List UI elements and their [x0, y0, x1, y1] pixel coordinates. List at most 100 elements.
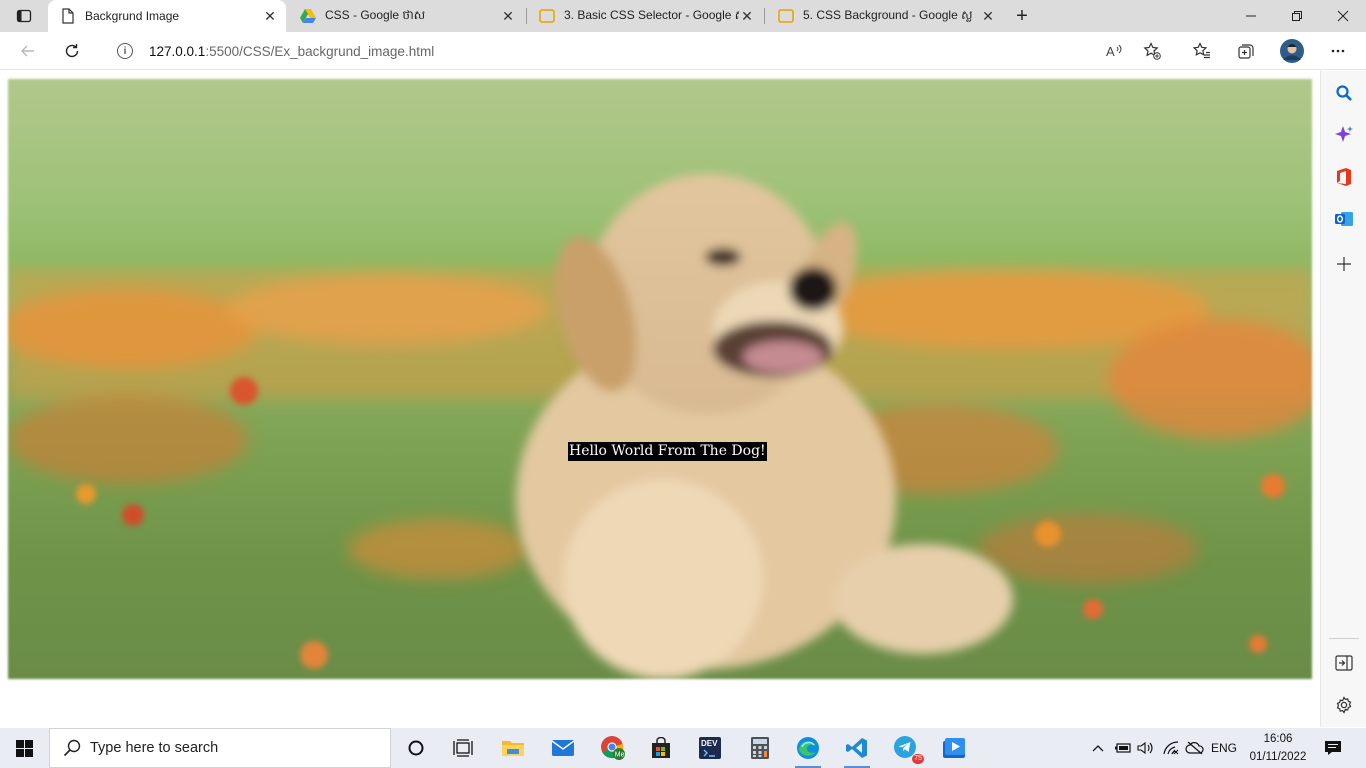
settings-menu-button[interactable] [1324, 37, 1352, 65]
back-button[interactable] [14, 37, 42, 65]
sidebar-settings-button[interactable] [1332, 693, 1356, 717]
profile-avatar[interactable] [1278, 37, 1306, 65]
close-tab-icon[interactable]: ✕ [980, 8, 996, 24]
hello-text: Hello World From The Dog! [568, 442, 767, 461]
volume-tray[interactable] [1137, 728, 1155, 768]
more-icon [1331, 49, 1345, 53]
url-host: 127.0.0.1 [149, 43, 206, 59]
file-explorer-taskbar[interactable] [497, 732, 529, 764]
vscode-icon [846, 738, 867, 758]
svg-text:DEV: DEV [701, 739, 718, 748]
favorites-icon [1193, 42, 1210, 59]
new-tab-button[interactable]: + [1010, 4, 1034, 28]
telegram-taskbar[interactable]: 75 [890, 732, 924, 764]
copilot-sparkle-icon [1335, 126, 1353, 142]
network-tray[interactable] [1161, 728, 1181, 768]
tab-title: CSS - Google ថាស [325, 8, 426, 22]
google-slides-icon [778, 8, 794, 24]
refresh-icon [65, 44, 79, 58]
calculator-icon [751, 737, 769, 759]
cortana-button[interactable] [400, 732, 432, 764]
close-tab-icon[interactable]: ✕ [500, 8, 516, 24]
tab-title: Backgrund Image [85, 9, 180, 23]
sidebar-discover-button[interactable] [1332, 123, 1356, 147]
tab-css-google-drive[interactable]: CSS - Google ថាស ✕ [288, 0, 524, 32]
dev-home-icon: DEV [699, 737, 721, 759]
outlook-icon [1335, 212, 1353, 226]
cloud-off-icon [1185, 741, 1204, 755]
favorites-button[interactable] [1188, 37, 1216, 65]
hide-sidebar-icon [1335, 655, 1353, 671]
restore-icon [1292, 11, 1302, 21]
page-content: Hello World From The Dog! [0, 71, 1320, 727]
address-bar[interactable]: i 127.0.0.1:5500/CSS/Ex_backgrund_image.… [100, 36, 1172, 66]
restore-button[interactable] [1274, 0, 1320, 32]
tab-actions-button[interactable] [8, 4, 40, 28]
close-window-button[interactable] [1320, 0, 1366, 32]
tab-title: 3. Basic CSS Selector - Google ស្ល [564, 8, 739, 22]
chrome-taskbar[interactable]: Me [597, 732, 629, 764]
tab-css-background[interactable]: 5. CSS Background - Google ស្ល ✕ [766, 0, 1004, 32]
start-button[interactable] [0, 728, 48, 768]
task-view-button[interactable] [447, 732, 479, 764]
vscode-taskbar[interactable] [841, 732, 873, 768]
site-info-icon[interactable]: i [117, 43, 133, 59]
navigation-bar: i 127.0.0.1:5500/CSS/Ex_backgrund_image.… [0, 32, 1366, 70]
google-slides-icon [539, 8, 555, 24]
read-aloud-button[interactable]: A [1101, 37, 1129, 65]
onedrive-tray[interactable] [1184, 728, 1206, 768]
notification-icon [1325, 741, 1341, 755]
search-icon [63, 739, 81, 757]
tab-strip: Backgrund Image ✕ CSS - Google ថាស ✕ 3. … [0, 0, 1366, 32]
sidebar-office-button[interactable] [1332, 165, 1356, 189]
add-favorite-button[interactable] [1138, 37, 1166, 65]
background-image [8, 79, 1312, 679]
collections-button[interactable] [1232, 37, 1260, 65]
gear-icon [1336, 696, 1352, 714]
chevron-up-icon [1092, 745, 1104, 752]
edge-sidebar [1320, 71, 1366, 727]
refresh-button[interactable] [58, 37, 86, 65]
windows-taskbar: Me DEV 75 ENG 16:06 01/11/2022 [0, 728, 1366, 768]
close-tab-icon[interactable]: ✕ [262, 8, 278, 24]
clock-date: 01/11/2022 [1249, 751, 1307, 763]
read-aloud-icon: A [1106, 44, 1122, 59]
tab-basic-css-selector[interactable]: 3. Basic CSS Selector - Google ស្ល ✕ [527, 0, 763, 32]
svg-text:Me: Me [615, 752, 625, 759]
avatar-icon [1280, 39, 1304, 63]
back-arrow-icon [21, 45, 34, 57]
tab-separator [764, 8, 765, 24]
task-view-icon [453, 739, 473, 757]
tab-actions-icon [16, 9, 32, 23]
store-taskbar[interactable] [645, 732, 677, 764]
mail-icon [551, 740, 575, 756]
minimize-button[interactable] [1228, 0, 1274, 32]
sidebar-outlook-button[interactable] [1332, 207, 1356, 231]
dev-app-taskbar[interactable]: DEV [694, 732, 726, 764]
sidebar-hide-button[interactable] [1332, 651, 1356, 675]
store-bag-icon [652, 737, 670, 758]
page-icon [60, 8, 76, 24]
plus-icon [1337, 257, 1351, 271]
sidebar-search-button[interactable] [1332, 81, 1356, 105]
url-path: :5500/CSS/Ex_backgrund_image.html [205, 43, 435, 59]
language-indicator[interactable]: ENG [1208, 728, 1240, 768]
folder-icon [502, 741, 524, 756]
search-input[interactable] [90, 740, 370, 756]
close-tab-icon[interactable]: ✕ [739, 8, 755, 24]
edge-taskbar[interactable] [792, 732, 824, 768]
windows-logo-icon [15, 739, 33, 757]
battery-tray[interactable] [1114, 728, 1132, 768]
sidebar-add-button[interactable] [1332, 252, 1356, 276]
mail-taskbar[interactable] [547, 732, 579, 764]
taskbar-search[interactable] [49, 728, 391, 768]
calculator-taskbar[interactable] [744, 732, 776, 764]
show-hidden-icons-button[interactable] [1090, 728, 1106, 768]
svg-text:A: A [1106, 44, 1115, 59]
media-player-taskbar[interactable] [939, 732, 971, 764]
speaker-icon [1137, 741, 1153, 755]
tab-background-image[interactable]: Backgrund Image ✕ [48, 0, 286, 32]
clock[interactable]: 16:06 01/11/2022 [1238, 730, 1318, 766]
wifi-off-icon [1163, 741, 1179, 755]
notification-center-button[interactable] [1320, 728, 1346, 768]
